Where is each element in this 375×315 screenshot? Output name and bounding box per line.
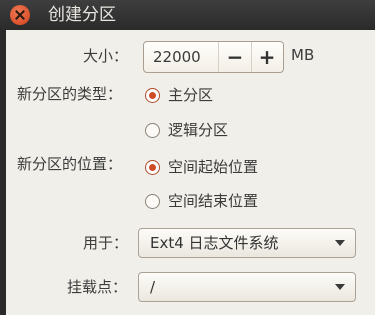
option-location-end[interactable]: 空间结束位置: [168, 191, 258, 211]
use-as-label: 用于：: [83, 234, 129, 252]
radio-primary[interactable]: [145, 88, 160, 103]
location-label: 新分区的位置：: [17, 155, 123, 173]
create-partition-dialog: 创建分区 大小： 22000 − + MB 新分区的类型： 主分区 逻辑分区 新…: [0, 0, 375, 315]
chevron-down-icon: [335, 240, 345, 246]
chevron-down-icon: [335, 284, 345, 290]
size-input[interactable]: 22000: [153, 47, 201, 67]
type-label: 新分区的类型：: [17, 85, 123, 103]
option-primary-partition[interactable]: 主分区: [168, 85, 213, 105]
mount-point-dropdown[interactable]: /: [138, 272, 356, 302]
size-unit: MB: [291, 46, 315, 64]
mount-point-label: 挂载点：: [67, 278, 128, 296]
decrement-button[interactable]: −: [220, 44, 250, 70]
window-title: 创建分区: [48, 5, 116, 25]
radio-logical[interactable]: [145, 123, 160, 138]
spin-divider: [218, 42, 219, 72]
title-bar: 创建分区: [0, 0, 375, 30]
filesystem-value: Ext4 日志文件系统: [150, 234, 279, 252]
size-spinbox[interactable]: 22000 − +: [143, 41, 284, 73]
filesystem-dropdown[interactable]: Ext4 日志文件系统: [138, 228, 356, 258]
option-logical-partition[interactable]: 逻辑分区: [168, 120, 228, 140]
option-location-start[interactable]: 空间起始位置: [168, 157, 258, 177]
mount-point-value[interactable]: /: [150, 277, 155, 297]
radio-location-start[interactable]: [145, 160, 160, 175]
radio-location-end[interactable]: [145, 194, 160, 209]
close-icon[interactable]: [10, 5, 30, 25]
size-label: 大小：: [83, 47, 129, 65]
increment-button[interactable]: +: [252, 44, 282, 70]
